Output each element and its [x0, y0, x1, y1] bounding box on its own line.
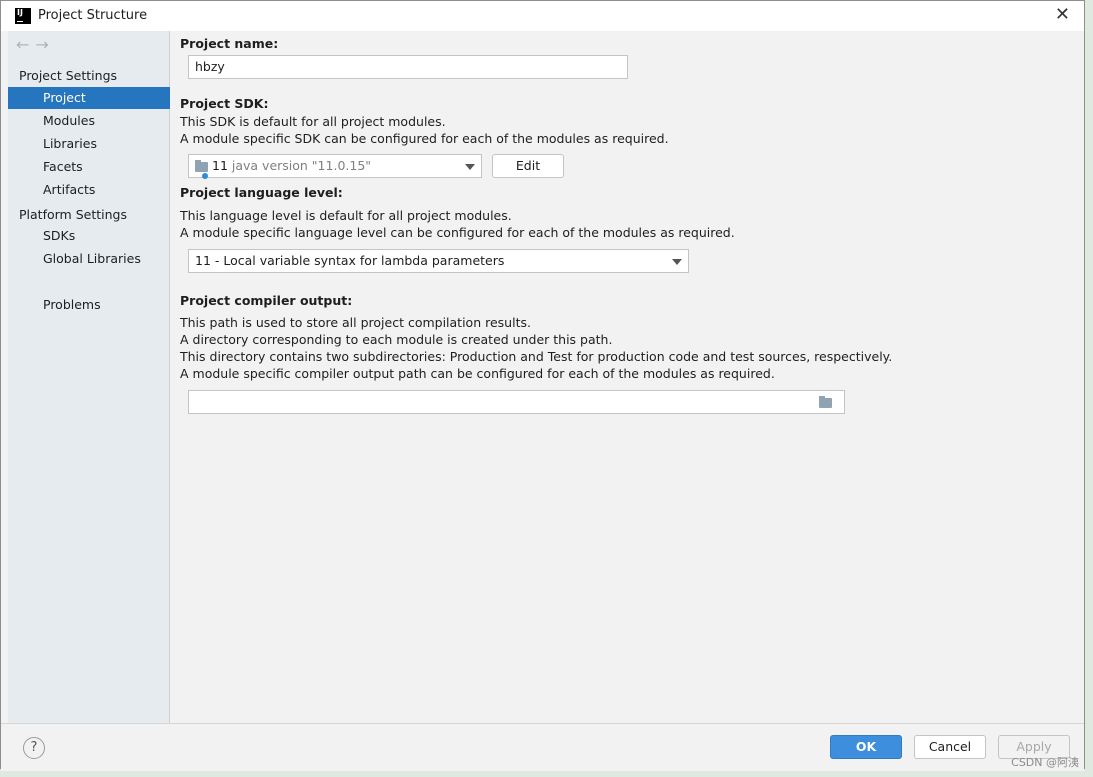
- edit-sdk-button[interactable]: Edit: [492, 154, 564, 178]
- project-settings-header: Project Settings: [19, 68, 118, 83]
- sidebar-item-facets[interactable]: Facets: [8, 156, 170, 178]
- project-structure-dialog: IJ Project Structure ✕ ← → Project Settin…: [0, 0, 1085, 771]
- watermark: CSDN @阿洟: [1011, 756, 1079, 769]
- sidebar-item-modules[interactable]: Modules: [8, 110, 170, 132]
- intellij-idea-icon: IJ: [15, 8, 31, 24]
- sdk-version-text: java version "11.0.15": [231, 158, 372, 173]
- compiler-output-description-3: This directory contains two subdirectori…: [180, 349, 893, 364]
- compiler-output-description-4: A module specific compiler output path c…: [180, 366, 775, 381]
- sdk-description-2: A module specific SDK can be configured …: [180, 131, 669, 146]
- sdk-version-number: 11: [212, 158, 228, 173]
- sidebar-item-project[interactable]: Project: [8, 87, 170, 109]
- sidebar-item-artifacts[interactable]: Artifacts: [8, 179, 170, 201]
- compiler-output-field[interactable]: [188, 390, 845, 414]
- window-title: Project Structure: [38, 8, 148, 23]
- nav-arrows: ← →: [16, 35, 55, 54]
- language-level-label: Project language level:: [180, 185, 343, 200]
- sidebar-item-problems[interactable]: Problems: [8, 294, 170, 316]
- language-level-dropdown[interactable]: 11 - Local variable syntax for lambda pa…: [188, 249, 689, 273]
- cancel-button[interactable]: Cancel: [914, 735, 986, 759]
- language-level-description-1: This language level is default for all p…: [180, 208, 512, 223]
- compiler-output-label: Project compiler output:: [180, 293, 353, 308]
- help-button[interactable]: ?: [23, 737, 45, 759]
- ok-button[interactable]: OK: [830, 735, 902, 759]
- compiler-output-description-2: A directory corresponding to each module…: [180, 332, 613, 347]
- platform-settings-header: Platform Settings: [19, 207, 127, 222]
- back-arrow-icon[interactable]: ←: [16, 35, 29, 54]
- compiler-output-description-1: This path is used to store all project c…: [180, 315, 531, 330]
- dialog-footer: ? OK Cancel Apply: [1, 723, 1084, 771]
- sidebar-item-libraries[interactable]: Libraries: [8, 133, 170, 155]
- browse-folder-icon[interactable]: [819, 396, 832, 408]
- chevron-down-icon: [465, 164, 475, 170]
- close-icon[interactable]: ✕: [1055, 4, 1070, 25]
- sidebar-item-sdks[interactable]: SDKs: [8, 225, 170, 247]
- chevron-down-icon: [672, 259, 682, 265]
- sdk-dropdown[interactable]: 11 java version "11.0.15": [188, 154, 482, 179]
- project-name-label: Project name:: [180, 36, 279, 51]
- folder-icon: [195, 159, 208, 179]
- sidebar-item-global-libraries[interactable]: Global Libraries: [8, 248, 170, 270]
- language-level-value: 11 - Local variable syntax for lambda pa…: [195, 253, 505, 268]
- language-level-description-2: A module specific language level can be …: [180, 225, 735, 240]
- forward-arrow-icon[interactable]: →: [35, 35, 48, 54]
- project-settings-panel: Project name: hbzy Project SDK: This SDK…: [171, 31, 1084, 723]
- project-name-field[interactable]: hbzy: [188, 55, 628, 79]
- sidebar: ← → Project Settings Project Modules Libr…: [8, 31, 170, 723]
- sdk-description-1: This SDK is default for all project modu…: [180, 114, 446, 129]
- title-bar: IJ Project Structure ✕: [1, 1, 1084, 31]
- project-sdk-label: Project SDK:: [180, 96, 269, 111]
